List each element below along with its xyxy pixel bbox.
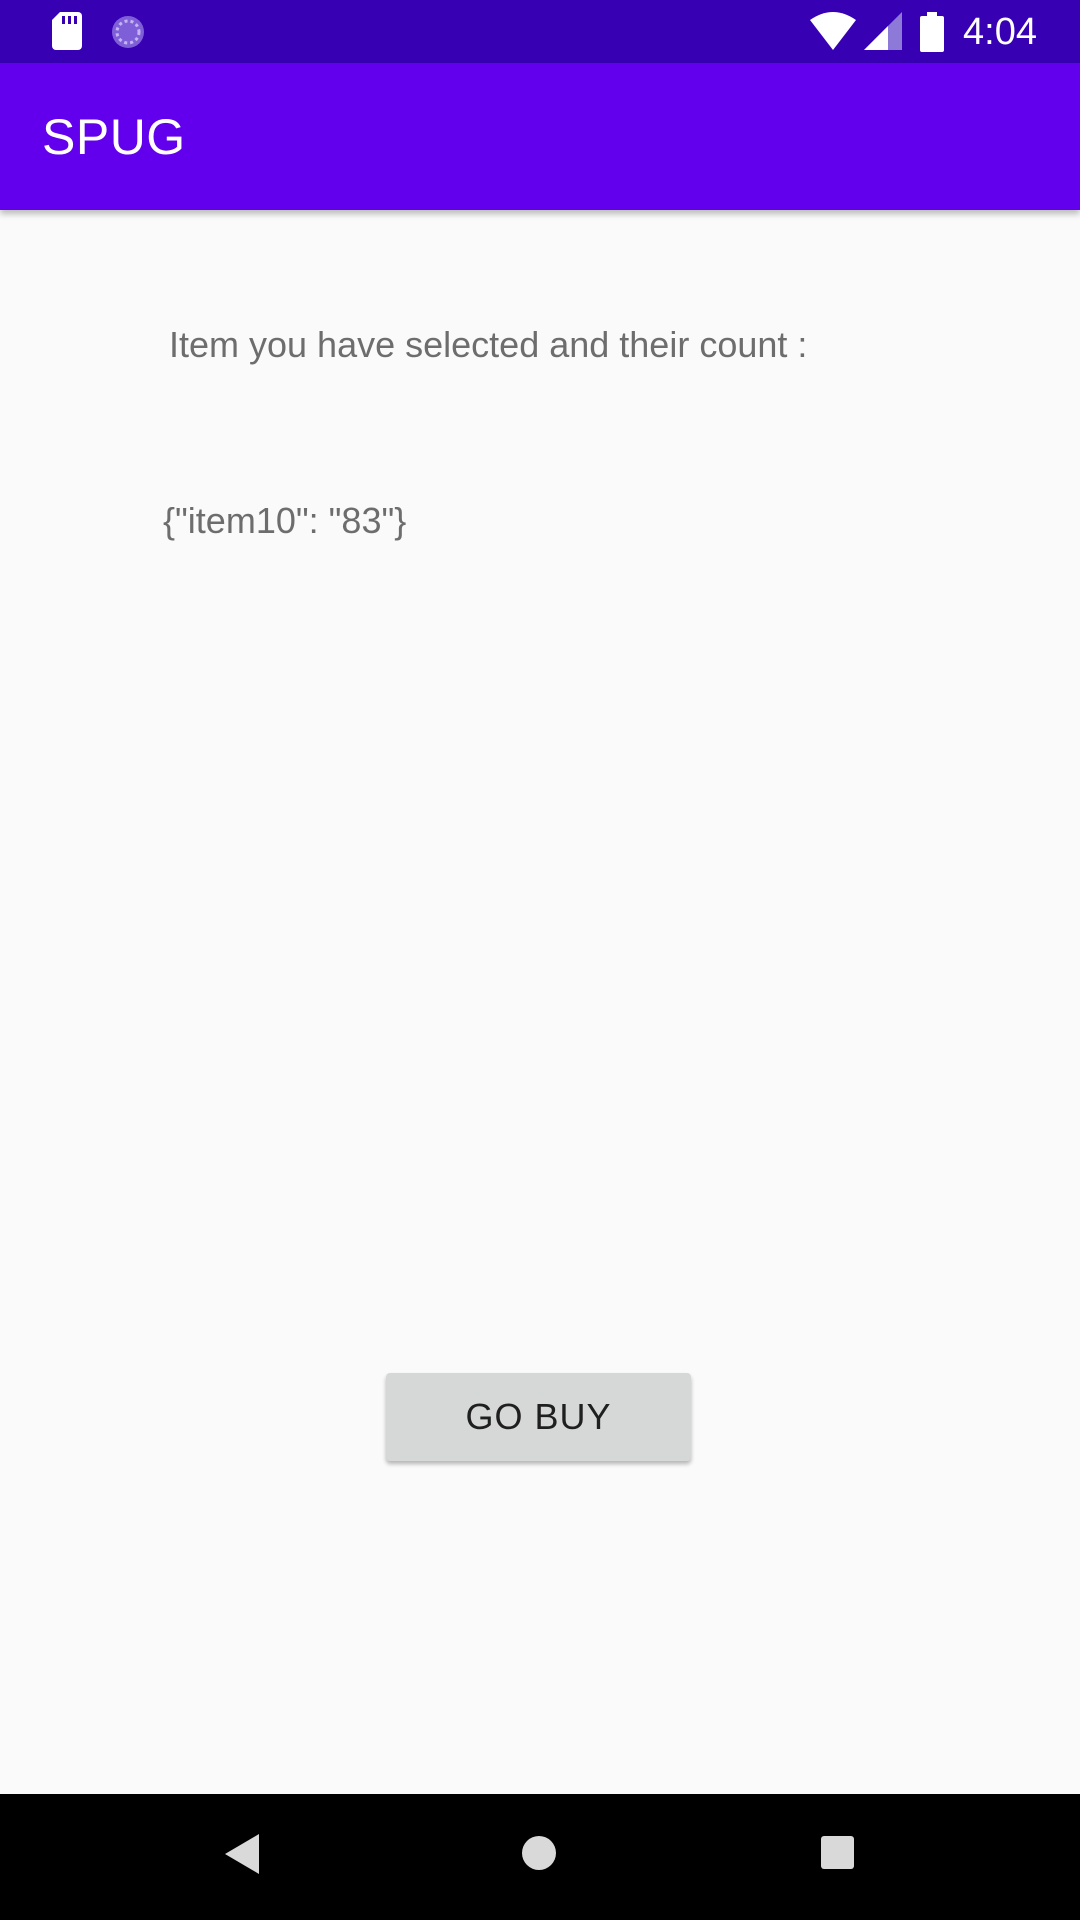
back-icon[interactable]	[225, 1834, 259, 1874]
status-clock: 4:04	[963, 11, 1037, 53]
cell-signal-icon	[864, 12, 902, 50]
go-buy-button[interactable]: GO BUY	[386, 1373, 691, 1461]
sync-icon	[112, 16, 144, 48]
selected-items-heading: Item you have selected and their count :	[169, 324, 808, 365]
battery-icon	[920, 12, 944, 52]
app-title: SPUG	[42, 109, 186, 165]
app-bar: SPUG	[0, 63, 1080, 210]
home-icon[interactable]	[521, 1835, 557, 1871]
status-bar: 4:04	[0, 0, 1080, 63]
wifi-icon	[810, 12, 856, 50]
selected-items-value: {"item10": "83"}	[163, 500, 407, 541]
sd-card-icon	[52, 12, 82, 50]
screen: 4:04 SPUG Item you have selected and the…	[0, 0, 1080, 1920]
navigation-bar	[0, 1794, 1080, 1920]
recents-icon[interactable]	[821, 1836, 854, 1869]
